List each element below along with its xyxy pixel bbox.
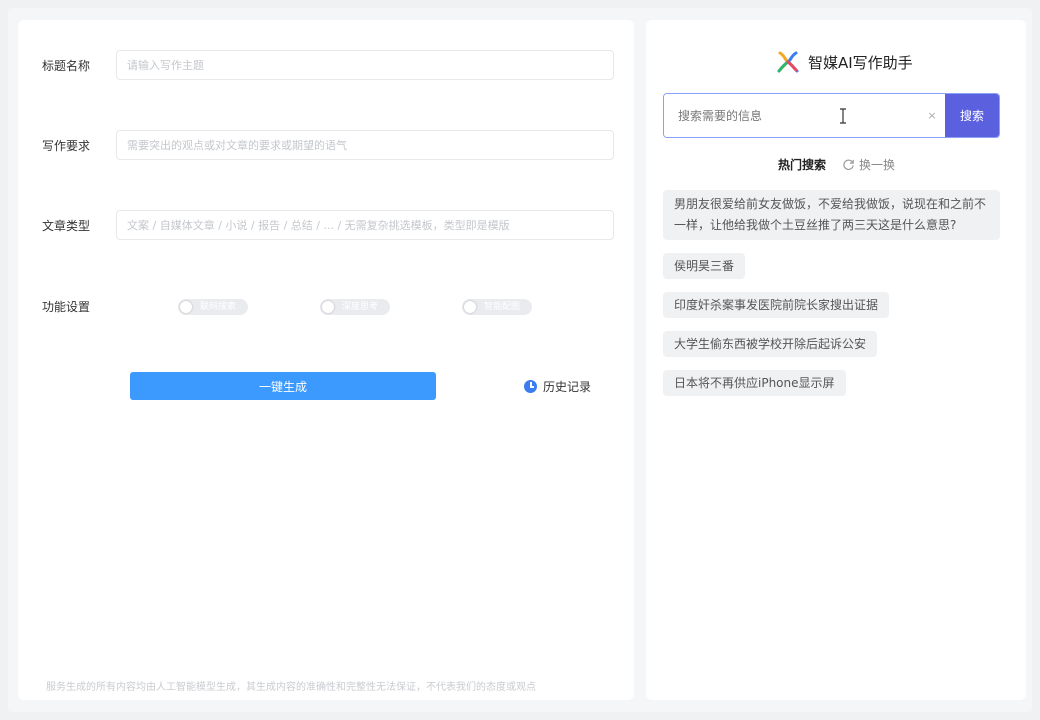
hot-search-item[interactable]: 大学生偷东西被学校开除后起诉公安	[663, 331, 878, 357]
search-input[interactable]	[664, 94, 919, 137]
writing-form-panel: 标题名称 写作要求 文章类型 功能设置 联网搜索 深度思考	[18, 20, 634, 700]
title-row: 标题名称	[42, 50, 614, 80]
toggle-label: 智能配图	[484, 301, 521, 312]
brand-title: 智媒AI写作助手	[808, 53, 913, 72]
type-label: 文章类型	[42, 218, 91, 233]
toggle-knob	[322, 300, 334, 313]
assistant-panel: 智媒AI写作助手 × 搜索 热门搜索 换一换 男朋友很爱给前女友做饭，不爱给我做…	[646, 20, 1026, 700]
clock-icon	[524, 380, 537, 393]
search-box: × 搜索	[663, 93, 1000, 138]
title-input[interactable]	[116, 50, 614, 80]
hot-search-item[interactable]: 侯明昊三番	[663, 253, 746, 279]
hot-search-header: 热门搜索 换一换	[778, 156, 895, 173]
function-label: 功能设置	[42, 300, 91, 314]
type-input[interactable]	[116, 210, 614, 240]
function-row: 功能设置 联网搜索 深度思考 智能配图	[42, 298, 532, 315]
brand-logo-icon	[777, 51, 799, 73]
toggle-web-search[interactable]: 联网搜索	[178, 298, 248, 315]
brand: 智媒AI写作助手	[776, 50, 913, 74]
title-label: 标题名称	[42, 58, 91, 73]
generate-button[interactable]: 一键生成	[130, 372, 436, 400]
toggle-smart-image[interactable]: 智能配图	[462, 298, 532, 315]
toggle-group: 联网搜索 深度思考 智能配图	[178, 298, 532, 315]
history-label: 历史记录	[543, 380, 592, 394]
hot-search-title: 热门搜索	[778, 158, 827, 172]
toggle-knob	[464, 300, 476, 313]
toggle-deep-think[interactable]: 深度思考	[320, 298, 390, 315]
refresh-icon	[843, 159, 854, 170]
toggle-label: 联网搜索	[200, 301, 237, 312]
hot-search-item[interactable]: 印度奸杀案事发医院前院长家搜出证据	[663, 292, 890, 318]
disclaimer: 服务生成的所有内容均由人工智能模型生成，其生成内容的准确性和完整性无法保证，不代…	[46, 682, 536, 693]
refresh-label: 换一换	[859, 158, 896, 172]
requirement-row: 写作要求	[42, 130, 614, 160]
search-button[interactable]: 搜索	[945, 94, 999, 137]
requirement-input[interactable]	[116, 130, 614, 160]
hot-search-item[interactable]: 男朋友很爱给前女友做饭，不爱给我做饭，说现在和之前不一样，让他给我做个土豆丝推了…	[663, 190, 1000, 240]
type-row: 文章类型	[42, 210, 614, 240]
hot-search-item[interactable]: 日本将不再供应iPhone显示屏	[663, 370, 846, 396]
history-link[interactable]: 历史记录	[524, 378, 591, 395]
requirement-label: 写作要求	[42, 138, 91, 153]
text-cursor-icon	[840, 108, 846, 124]
hot-search-list: 男朋友很爱给前女友做饭，不爱给我做饭，说现在和之前不一样，让他给我做个土豆丝推了…	[663, 190, 1003, 409]
page: 标题名称 写作要求 文章类型 功能设置 联网搜索 深度思考	[8, 8, 1032, 712]
refresh-button[interactable]: 换一换	[842, 156, 895, 173]
toggle-knob	[180, 300, 192, 313]
toggle-label: 深度思考	[342, 301, 379, 312]
clear-icon[interactable]: ×	[919, 94, 945, 137]
